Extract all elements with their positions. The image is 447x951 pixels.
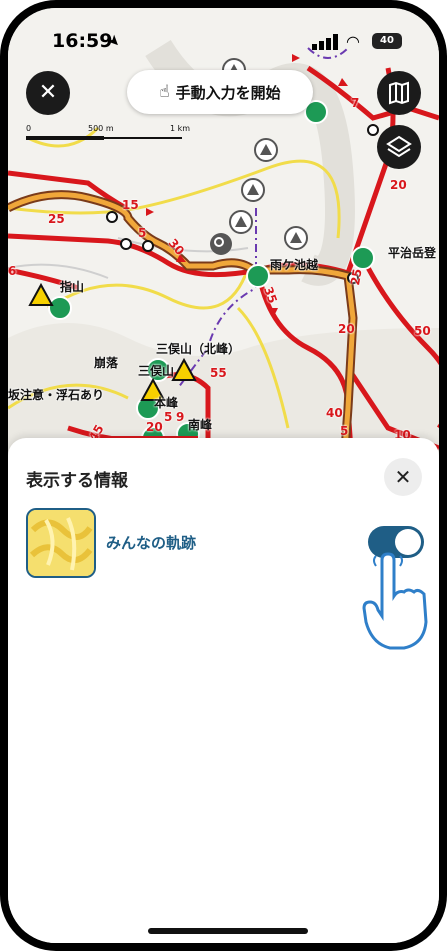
sheet-title: 表示する情報 xyxy=(26,471,128,491)
close-icon: ✕ xyxy=(394,465,412,489)
map-label-shiyama: 指山 xyxy=(60,280,85,294)
sheet-close-button[interactable]: ✕ xyxy=(384,458,422,496)
map-number-5a: 5 xyxy=(138,226,147,240)
close-map-button[interactable]: ✕ xyxy=(26,71,70,115)
screen: 指山 雨ケ池越 平治岳登 崩落 三俣山（北峰） 三俣山 坂注意・浮石あり 本峰 … xyxy=(8,8,439,943)
home-indicator xyxy=(148,928,308,934)
map-label-mimata: 三俣山 xyxy=(138,364,175,378)
cellular-signal-icon xyxy=(312,34,338,50)
map-label-caution: 坂注意・浮石あり xyxy=(8,388,105,402)
map-scale-bar: 0 500 m 1 km xyxy=(26,124,196,144)
map-number-25b: 25 xyxy=(348,267,365,287)
map-number-40: 40 xyxy=(326,406,343,420)
hand-pointer-icon: ☝ xyxy=(159,82,170,102)
map-mode-button[interactable] xyxy=(377,71,421,115)
everyone-tracks-label: みんなの軌跡 xyxy=(106,534,197,552)
map-number-9: 9 xyxy=(176,410,185,424)
map-number-5c: 5 xyxy=(164,410,173,424)
start-manual-input-label: 手動入力を開始 xyxy=(175,83,281,102)
map-number-20a: 20 xyxy=(390,178,407,192)
map-label-minamimine: 南峰 xyxy=(188,418,213,432)
scale-end: 1 km xyxy=(170,124,191,133)
start-manual-input-button[interactable]: ☝ 手動入力を開始 xyxy=(127,70,313,114)
track-layer-thumbnail xyxy=(26,508,96,578)
tap-hand-icon xyxy=(362,552,428,650)
map-icon xyxy=(389,81,409,105)
map-number-55: 55 xyxy=(210,366,227,380)
scale-zero: 0 xyxy=(26,124,32,133)
map-number-20c: 20 xyxy=(146,420,163,434)
map-label-honmine: 本峰 xyxy=(154,396,179,410)
layers-icon xyxy=(386,135,412,158)
map-label-kuzure: 崩落 xyxy=(94,356,119,370)
map-label-mimata-north: 三俣山（北峰） xyxy=(156,342,241,356)
map-number-7: 7 xyxy=(351,96,360,110)
battery-indicator: 40 xyxy=(372,33,402,49)
map-number-5b: 5 xyxy=(340,424,349,438)
phone-frame: 指山 雨ケ池越 平治岳登 崩落 三俣山（北峰） 三俣山 坂注意・浮石あり 本峰 … xyxy=(0,0,447,951)
map-label-amagaike: 雨ケ池越 xyxy=(270,258,319,272)
map-number-20b: 20 xyxy=(338,322,355,336)
scale-mid: 500 m xyxy=(88,124,114,133)
track-heatmap-icon xyxy=(28,510,94,576)
map-number-15: 15 xyxy=(122,198,139,212)
info-display-sheet: 表示する情報 ✕ みんなの軌跡 xyxy=(8,438,439,943)
status-bar: 16:59 ➤ ◠ 40 xyxy=(8,8,439,62)
layers-button[interactable] xyxy=(377,125,421,169)
map-label-hiraji: 平治岳登 xyxy=(388,246,437,260)
close-icon: ✕ xyxy=(38,80,58,105)
map-number-50: 50 xyxy=(414,324,431,338)
map-number-6: 6 xyxy=(8,264,17,278)
wifi-icon: ◠ xyxy=(346,32,360,51)
map-number-25a: 25 xyxy=(48,212,65,226)
